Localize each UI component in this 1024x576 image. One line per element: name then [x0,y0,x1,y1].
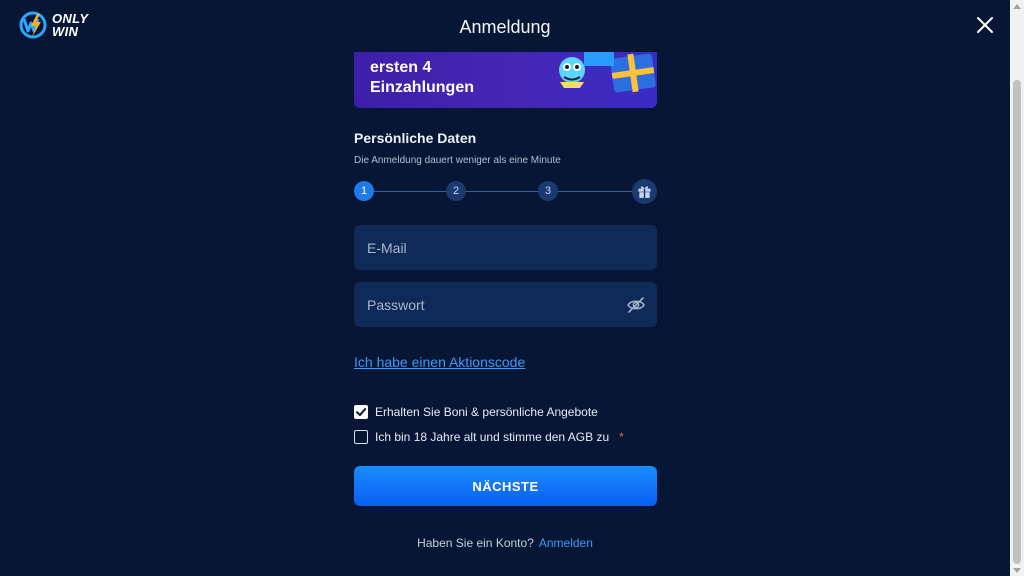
gift-boxes-icon [559,52,656,93]
page-title: Anmeldung [459,17,551,37]
scrollbar-thumb[interactable] [1013,80,1021,564]
step-1: 1 [354,181,374,201]
bonus-consent-label: Erhalten Sie Boni & persönliche Angebote [375,405,598,419]
section-title: Persönliche Daten [354,130,477,146]
scroll-up-arrow-icon[interactable] [1013,4,1021,9]
scroll-down-arrow-icon[interactable] [1013,568,1021,573]
terms-consent-label: Ich bin 18 Jahre alt und stimme den AGB … [375,430,610,444]
section-subtitle: Die Anmeldung dauert weniger als eine Mi… [354,155,561,166]
checkmark-icon [356,408,367,416]
login-prompt: Haben Sie ein Konto? Anmelden [0,536,1010,550]
close-icon[interactable] [975,15,995,35]
banner-line-2: Einzahlungen [370,79,474,96]
step-3: 3 [538,181,558,201]
step-gift [632,179,657,204]
password-field-container [354,282,657,327]
eye-off-icon[interactable] [626,295,646,315]
password-field[interactable] [354,282,657,327]
banner-text: ersten 4 Einzahlungen [370,58,474,98]
stepper-connector [558,191,632,192]
email-field[interactable] [354,225,657,270]
login-question: Haben Sie ein Konto? [417,536,534,550]
email-field-container [354,225,657,270]
bonus-banner: ersten 4 Einzahlungen [354,52,657,108]
top-bar: ONLY WIN Anmeldung [0,0,1010,52]
promo-code-link[interactable]: Ich habe einen Aktionscode [354,354,525,370]
bonus-consent-checkbox[interactable] [354,405,368,419]
stepper-connector [374,191,446,192]
next-button[interactable]: NÄCHSTE [354,466,657,506]
terms-consent-row[interactable]: Ich bin 18 Jahre alt und stimme den AGB … [354,430,624,444]
required-mark: * [619,430,624,444]
scrollbar[interactable] [1010,0,1024,576]
registration-stepper: 1 2 3 [354,179,657,204]
terms-consent-checkbox[interactable] [354,430,368,444]
bonus-consent-row[interactable]: Erhalten Sie Boni & persönliche Angebote [354,405,598,419]
gift-icon [638,186,651,198]
step-2: 2 [446,181,466,201]
login-link[interactable]: Anmelden [539,536,593,550]
stepper-connector [466,191,538,192]
banner-line-1: ersten 4 [370,59,432,76]
